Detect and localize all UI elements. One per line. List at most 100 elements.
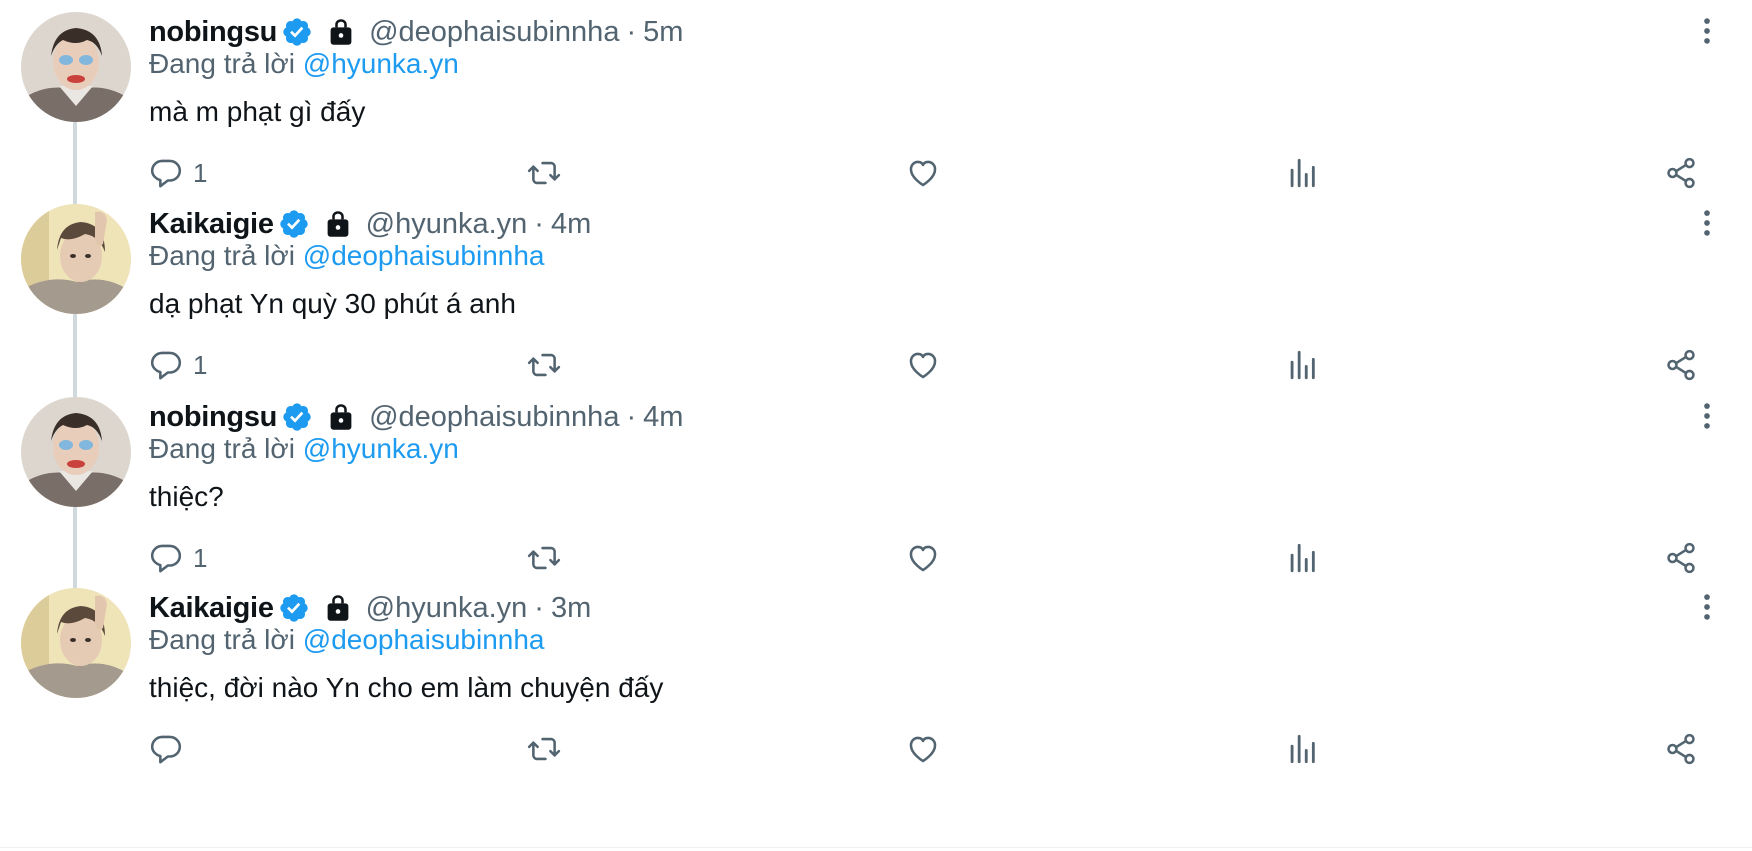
- more-options-button[interactable]: [1690, 14, 1724, 48]
- user-handle[interactable]: @deophaisubinnha: [369, 401, 619, 434]
- replying-to: Đang trả lời @deophaisubinnha: [149, 240, 545, 272]
- mention-link[interactable]: @hyunka.yn: [303, 48, 459, 79]
- retweet-button[interactable]: [527, 342, 571, 388]
- share-button[interactable]: [1664, 726, 1698, 772]
- like-button[interactable]: [906, 535, 950, 581]
- replying-to-label: Đang trả lời: [149, 433, 295, 464]
- avatar[interactable]: [21, 204, 131, 314]
- reply-button[interactable]: [149, 726, 193, 772]
- tweet-text: thiệc, đời nào Yn cho em làm chuyện đấy: [149, 672, 664, 703]
- views-button[interactable]: [1285, 150, 1329, 196]
- heart-icon: [909, 160, 937, 187]
- verified-badge-icon: [281, 16, 313, 48]
- heart-icon: [909, 352, 937, 379]
- like-button[interactable]: [906, 150, 950, 196]
- separator-dot: ·: [534, 591, 544, 624]
- tweet[interactable]: Kaikaigie @hyunka.yn · 4m Đang trả lời @deop…: [0, 192, 1752, 418]
- more-vertical-icon: [1704, 403, 1710, 429]
- retweet-icon: [527, 353, 561, 377]
- views-button[interactable]: [1285, 535, 1329, 581]
- share-icon: [1667, 542, 1695, 574]
- separator-dot: ·: [626, 15, 637, 48]
- like-button[interactable]: [906, 726, 950, 772]
- views-button[interactable]: [1285, 726, 1329, 772]
- share-button[interactable]: [1664, 535, 1698, 581]
- tweet-actions: 1: [149, 535, 1709, 581]
- replying-to-label: Đang trả lời: [149, 624, 295, 655]
- views-icon: [1290, 350, 1315, 380]
- more-options-button[interactable]: [1690, 590, 1724, 624]
- user-handle[interactable]: @hyunka.yn: [366, 208, 528, 241]
- more-options-button[interactable]: [1690, 206, 1724, 240]
- heart-icon: [909, 736, 937, 763]
- share-button[interactable]: [1664, 150, 1698, 196]
- views-icon: [1290, 734, 1315, 764]
- retweet-button[interactable]: [527, 150, 571, 196]
- separator-dot: ·: [534, 207, 544, 240]
- timestamp[interactable]: 4m: [551, 208, 591, 241]
- lock-icon: [327, 402, 355, 432]
- tweet-header: Kaikaigie @hyunka.yn · 3m: [149, 588, 591, 628]
- tweet-text: mà m phạt gì đấy: [149, 96, 366, 127]
- tweet-text: dạ phạt Yn quỳ 30 phút á anh: [149, 288, 516, 319]
- like-button[interactable]: [906, 342, 950, 388]
- display-name[interactable]: nobingsu: [149, 16, 277, 49]
- replying-to: Đang trả lời @deophaisubinnha: [149, 624, 545, 656]
- share-button[interactable]: [1664, 342, 1698, 388]
- timestamp[interactable]: 3m: [551, 592, 591, 625]
- replying-to: Đang trả lời @hyunka.yn: [149, 433, 459, 465]
- views-button[interactable]: [1285, 342, 1329, 388]
- display-name[interactable]: Kaikaigie: [149, 208, 274, 241]
- mention-link[interactable]: @deophaisubinnha: [303, 624, 545, 655]
- more-vertical-icon: [1704, 594, 1710, 620]
- lock-icon: [324, 593, 352, 623]
- mention-link[interactable]: @deophaisubinnha: [303, 240, 545, 271]
- replying-to-label: Đang trả lời: [149, 240, 295, 271]
- tweet-header: Kaikaigie @hyunka.yn · 4m: [149, 204, 591, 244]
- avatar[interactable]: [21, 588, 131, 698]
- share-icon: [1667, 733, 1695, 765]
- tweet[interactable]: Kaikaigie @hyunka.yn · 3m Đang trả lời @deop…: [0, 576, 1752, 790]
- heart-icon: [909, 545, 937, 572]
- more-options-button[interactable]: [1690, 399, 1724, 433]
- user-handle[interactable]: @deophaisubinnha: [369, 16, 619, 49]
- reply-icon: [150, 735, 182, 764]
- retweet-button[interactable]: [527, 726, 571, 772]
- mention-link[interactable]: @hyunka.yn: [303, 433, 459, 464]
- user-handle[interactable]: @hyunka.yn: [366, 592, 528, 625]
- lock-icon: [327, 17, 355, 47]
- display-name[interactable]: nobingsu: [149, 401, 277, 434]
- divider: [0, 847, 1752, 848]
- reply-icon: [150, 544, 182, 573]
- reply-button[interactable]: 1: [149, 150, 207, 196]
- reply-count: 1: [193, 542, 208, 573]
- reply-icon: [150, 159, 182, 188]
- timestamp[interactable]: 5m: [643, 16, 683, 49]
- tweet[interactable]: nobingsu @deophaisubinnha · 4m Đang trả lời …: [0, 385, 1752, 611]
- verified-badge-icon: [281, 401, 313, 433]
- lock-icon: [324, 209, 352, 239]
- replying-to-label: Đang trả lời: [149, 48, 295, 79]
- avatar[interactable]: [21, 12, 131, 122]
- share-icon: [1667, 349, 1695, 381]
- views-icon: [1290, 543, 1315, 573]
- tweet[interactable]: nobingsu @deophaisubinnha · 5m Đang trả lời …: [0, 0, 1752, 226]
- tweet-header: nobingsu @deophaisubinnha · 5m: [149, 12, 683, 52]
- retweet-icon: [527, 737, 561, 761]
- verified-badge-icon: [278, 208, 310, 240]
- tweet-actions: 1: [149, 150, 1709, 196]
- reply-button[interactable]: 1: [149, 342, 207, 388]
- reply-count: 1: [193, 349, 208, 380]
- tweet-header: nobingsu @deophaisubinnha · 4m: [149, 397, 683, 437]
- avatar[interactable]: [21, 397, 131, 507]
- reply-button[interactable]: 1: [149, 535, 207, 581]
- reply-thread: nobingsu @deophaisubinnha · 5m Đang trả lời …: [0, 0, 1752, 851]
- tweet-actions: 1: [149, 342, 1709, 388]
- tweet-actions: [149, 726, 1709, 772]
- views-icon: [1290, 158, 1315, 188]
- tweet-text: thiệc?: [149, 481, 224, 512]
- verified-badge-icon: [278, 592, 310, 624]
- timestamp[interactable]: 4m: [643, 401, 683, 434]
- retweet-button[interactable]: [527, 535, 571, 581]
- display-name[interactable]: Kaikaigie: [149, 592, 274, 625]
